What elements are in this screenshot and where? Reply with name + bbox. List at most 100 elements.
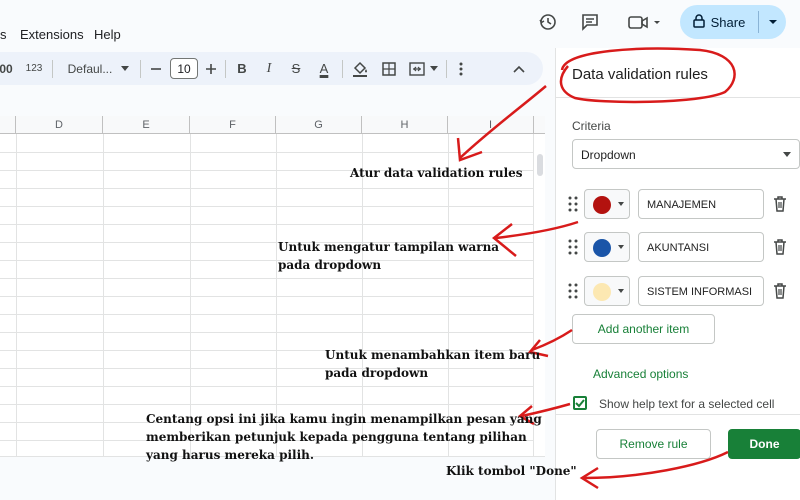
- vertical-scrollbar[interactable]: [533, 134, 545, 456]
- collapse-toolbar-icon[interactable]: [510, 52, 528, 85]
- color-swatch: [593, 196, 611, 214]
- trash-icon[interactable]: [772, 238, 788, 256]
- video-call-icon[interactable]: [624, 8, 664, 36]
- share-label: Share: [710, 14, 746, 30]
- italic-button[interactable]: I: [259, 52, 279, 85]
- criteria-value: Dropdown: [581, 148, 636, 162]
- font-size-increase-icon[interactable]: [201, 52, 221, 85]
- fill-color-icon[interactable]: [349, 52, 371, 85]
- grid-line: [190, 134, 191, 456]
- column-header-f[interactable]: F: [190, 116, 276, 134]
- share-main[interactable]: Share: [680, 5, 758, 39]
- text-color-button[interactable]: A: [314, 52, 334, 85]
- column-header-row: D E F G H I: [0, 116, 545, 134]
- grid-line: [362, 134, 363, 456]
- merge-cells-icon[interactable]: [406, 52, 428, 85]
- font-dropdown-icon[interactable]: [118, 52, 132, 85]
- item-value-input[interactable]: SISTEM INFORMASI: [638, 276, 764, 306]
- font-family-select[interactable]: Defaul...: [62, 52, 118, 85]
- drag-handle-icon[interactable]: [568, 239, 578, 255]
- chevron-down-icon: [783, 152, 791, 157]
- column-header-g[interactable]: G: [276, 116, 362, 134]
- drag-handle-icon[interactable]: [568, 196, 578, 212]
- grid-line: [0, 224, 535, 225]
- decrease-decimal-button[interactable]: 00: [0, 52, 14, 85]
- column-header-e[interactable]: E: [103, 116, 190, 134]
- panel-title: Data validation rules: [572, 66, 708, 83]
- remove-rule-button[interactable]: Remove rule: [596, 429, 711, 459]
- item-color-picker[interactable]: [584, 232, 630, 262]
- item-color-picker[interactable]: [584, 189, 630, 219]
- history-icon[interactable]: [534, 8, 562, 36]
- grid-line: [16, 134, 17, 456]
- menu-extensions[interactable]: Extensions: [20, 27, 84, 42]
- drag-handle-icon[interactable]: [568, 283, 578, 299]
- chevron-down-icon: [618, 202, 624, 206]
- show-help-text-checkbox[interactable]: [573, 396, 587, 410]
- grid-line: [0, 314, 535, 315]
- column-header-i[interactable]: I: [448, 116, 534, 134]
- grid-line: [0, 296, 535, 297]
- dropdown-item-row: SISTEM INFORMASI: [568, 276, 798, 306]
- item-value-input[interactable]: MANAJEMEN: [638, 189, 764, 219]
- menu-bar: s Extensions Help Share: [0, 0, 800, 48]
- column-header-partial[interactable]: [0, 116, 16, 134]
- column-header-h[interactable]: H: [362, 116, 448, 134]
- column-header-d[interactable]: D: [16, 116, 103, 134]
- grid-line: [0, 278, 535, 279]
- trash-icon[interactable]: [772, 282, 788, 300]
- grid-line: [0, 404, 535, 405]
- grid-line: [0, 260, 535, 261]
- font-size-decrease-icon[interactable]: [146, 52, 166, 85]
- grid-line: [0, 332, 535, 333]
- merge-dropdown-icon[interactable]: [428, 52, 440, 85]
- comment-icon[interactable]: [576, 8, 604, 36]
- share-divider: [758, 11, 759, 33]
- more-options-icon[interactable]: [452, 52, 470, 85]
- toolbar-separator: [446, 60, 447, 78]
- color-swatch: [593, 283, 611, 301]
- dropdown-item-row: AKUNTANSI: [568, 232, 798, 262]
- item-color-picker[interactable]: [584, 276, 630, 306]
- share-button[interactable]: Share: [680, 5, 786, 39]
- item-value-input[interactable]: AKUNTANSI: [638, 232, 764, 262]
- chevron-down-icon: [618, 245, 624, 249]
- annotation-color-line2: pada dropdown: [278, 258, 382, 272]
- grid-line: [0, 152, 535, 153]
- criteria-select[interactable]: Dropdown: [572, 139, 800, 169]
- color-swatch: [593, 239, 611, 257]
- panel-footer-divider: [556, 414, 800, 415]
- menu-format-partial[interactable]: s: [0, 27, 7, 42]
- checkmark-icon: [575, 399, 585, 408]
- dropdown-item-row: MANAJEMEN: [568, 189, 798, 219]
- toolbar-separator: [342, 60, 343, 78]
- annotation-help-line2: memberikan petunjuk kepada pengguna tent…: [146, 430, 527, 444]
- add-another-item-button[interactable]: Add another item: [572, 314, 715, 344]
- grid-line: [276, 134, 277, 456]
- grid-line: [448, 134, 449, 456]
- grid-line: [103, 134, 104, 456]
- criteria-label: Criteria: [572, 119, 611, 133]
- lock-icon: [692, 13, 705, 31]
- bold-button[interactable]: B: [232, 52, 252, 85]
- annotation-add-item-line1: Untuk menambahkan item baru: [325, 348, 541, 362]
- strikethrough-button[interactable]: S: [286, 52, 306, 85]
- font-size-input[interactable]: 10: [170, 58, 198, 79]
- panel-divider: [556, 97, 800, 98]
- menu-help[interactable]: Help: [94, 27, 121, 42]
- advanced-options-link[interactable]: Advanced options: [593, 367, 688, 381]
- share-dropdown-icon[interactable]: [760, 5, 786, 39]
- grid-line: [0, 368, 535, 369]
- grid-line: [0, 386, 535, 387]
- trash-icon[interactable]: [772, 195, 788, 213]
- annotation-add-item-line2: pada dropdown: [325, 366, 429, 380]
- borders-icon[interactable]: [378, 52, 400, 85]
- annotation-color-line1: Untuk mengatur tampilan warna: [278, 240, 500, 254]
- scrollbar-thumb[interactable]: [537, 154, 543, 176]
- grid-line: [0, 188, 535, 189]
- show-help-text-label: Show help text for a selected cell: [599, 397, 775, 411]
- data-validation-panel: Data validation rules Criteria Dropdown …: [555, 48, 800, 500]
- done-button[interactable]: Done: [728, 429, 800, 459]
- annotation-help-line1: Centang opsi ini jika kamu ingin menampi…: [146, 412, 542, 426]
- more-formats-button[interactable]: 123: [22, 52, 46, 85]
